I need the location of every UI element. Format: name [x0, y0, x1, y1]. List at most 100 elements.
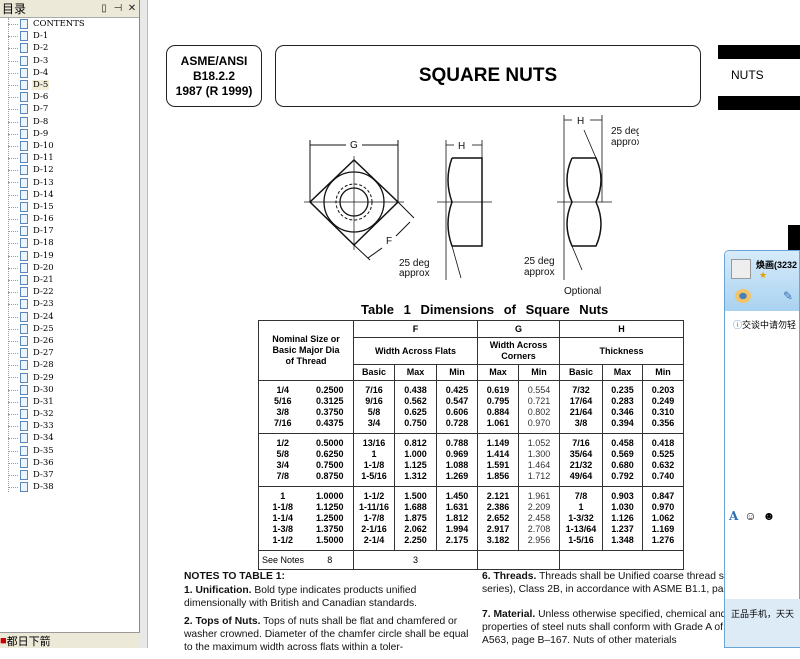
- toc-item-label: D-16: [33, 214, 54, 225]
- microphone-icon[interactable]: ✎: [783, 289, 793, 303]
- toc-item[interactable]: D-4: [0, 67, 138, 79]
- note-ref: 8: [306, 550, 354, 570]
- sticker-icon[interactable]: ☻: [763, 509, 776, 523]
- table-cell: 5/8: [276, 449, 289, 459]
- table-cell: 1.2500: [315, 513, 344, 523]
- toc-item[interactable]: D-8: [0, 116, 138, 128]
- toc-item[interactable]: D-38: [0, 481, 138, 493]
- toc-item[interactable]: D-1: [0, 30, 138, 42]
- taskbar-item[interactable]: ■ 都日下箭: [0, 632, 140, 648]
- toc-item[interactable]: D-23: [0, 298, 138, 310]
- table-cell: 2.708: [527, 524, 551, 534]
- toc-item-label: D-17: [33, 226, 54, 237]
- toc-item[interactable]: D-30: [0, 384, 138, 396]
- table-cell: 2-1/16: [361, 524, 387, 534]
- empty-cell: [559, 550, 684, 570]
- page-icon: [20, 238, 28, 249]
- table-cell: 0.3125: [315, 396, 344, 406]
- toc-item[interactable]: D-34: [0, 432, 138, 444]
- toc-item[interactable]: D-33: [0, 420, 138, 432]
- toc-item[interactable]: D-25: [0, 323, 138, 335]
- emoji-icon[interactable]: ☺: [744, 509, 756, 523]
- close-icon[interactable]: ✕: [125, 3, 139, 14]
- toc-item[interactable]: D-6: [0, 91, 138, 103]
- table-cell: 1-1/4: [272, 513, 293, 523]
- avatar[interactable]: [731, 259, 751, 279]
- nominal-size-header: Nominal Size or Basic Major Dia of Threa…: [258, 320, 354, 381]
- table-cell: 1.052: [527, 438, 551, 448]
- font-icon[interactable]: A: [729, 509, 738, 523]
- toc-item[interactable]: D-2: [0, 42, 138, 54]
- video-icon[interactable]: [735, 289, 751, 303]
- dim-label-f: F: [386, 236, 392, 247]
- toc-item[interactable]: CONTENTS: [0, 18, 138, 30]
- toc-item[interactable]: D-29: [0, 371, 138, 383]
- page-icon: [20, 360, 28, 371]
- page-icon: [20, 80, 28, 91]
- toc-item[interactable]: D-16: [0, 213, 138, 225]
- table-cell-column: 13/16 1 1-1/8 1-5/16: [353, 433, 395, 487]
- toc-item[interactable]: D-13: [0, 176, 138, 188]
- toc-item[interactable]: D-26: [0, 335, 138, 347]
- toc-item[interactable]: D-21: [0, 274, 138, 286]
- toc-item[interactable]: D-37: [0, 469, 138, 481]
- toc-item-label: D-11: [33, 153, 54, 164]
- table-cell: 1.061: [486, 418, 510, 428]
- standard-org: ASME/ANSI: [180, 53, 248, 68]
- table-cell: 1.414: [486, 449, 510, 459]
- page-icon: [20, 311, 28, 322]
- table-cell: 21/64: [569, 407, 593, 417]
- table-cell: 1-1/8: [363, 460, 385, 470]
- toc-item[interactable]: D-24: [0, 311, 138, 323]
- subhead: Max: [394, 364, 437, 381]
- toc-item[interactable]: D-7: [0, 103, 138, 115]
- toc-item[interactable]: D-5: [0, 79, 138, 91]
- angle-label-approx: approx: [524, 267, 555, 278]
- toc-item[interactable]: D-15: [0, 201, 138, 213]
- table-cell: 1-7/8: [363, 513, 385, 523]
- toc-item[interactable]: D-3: [0, 55, 138, 67]
- toc-item[interactable]: D-11: [0, 152, 138, 164]
- col-f-header: F: [353, 320, 478, 338]
- table-cell: 3/4: [367, 418, 381, 428]
- chat-window[interactable]: 焕画(3232 ★ ✎ ⓘ交谈中请勿轻 A ☺ ☻ 正品手机，天天: [724, 250, 800, 648]
- toc-item[interactable]: D-27: [0, 347, 138, 359]
- toc-item[interactable]: D-12: [0, 164, 138, 176]
- table-cell: 1-13/64: [565, 524, 597, 534]
- toc-item[interactable]: D-35: [0, 445, 138, 457]
- table-cell-column: 1.450 1.631 1.812 1.994 2.175: [436, 486, 478, 551]
- toc-item[interactable]: D-31: [0, 396, 138, 408]
- toc-item-label: D-12: [33, 165, 54, 176]
- splitter[interactable]: [140, 0, 148, 648]
- toc-item[interactable]: D-36: [0, 457, 138, 469]
- table-cell-column: 1.500 1.688 1.875 2.062 2.250: [394, 486, 437, 551]
- chat-notice: ⓘ交谈中请勿轻: [733, 318, 796, 331]
- toc-item[interactable]: D-18: [0, 237, 138, 249]
- table-cell: 7/16: [273, 418, 292, 428]
- toc-item[interactable]: D-17: [0, 225, 138, 237]
- pin-icon[interactable]: ⊣: [111, 3, 125, 14]
- toc-item[interactable]: D-10: [0, 140, 138, 152]
- chat-ad[interactable]: 正品手机，天天: [725, 599, 800, 647]
- toc-item[interactable]: D-20: [0, 262, 138, 274]
- table-cell: 1.088: [445, 460, 469, 470]
- table-cell: 0.740: [651, 471, 675, 481]
- toc-item[interactable]: D-14: [0, 189, 138, 201]
- toc-item[interactable]: D-32: [0, 408, 138, 420]
- toc-item-label: D-34: [33, 433, 54, 444]
- restore-icon[interactable]: ▯: [97, 3, 111, 14]
- side-view: [437, 140, 492, 280]
- page-icon: [20, 457, 28, 468]
- table-cell: 3/8: [574, 418, 588, 428]
- toc-item-label: D-20: [33, 262, 54, 273]
- toc-item-label: D-30: [33, 384, 54, 395]
- table-cell-column: 0.458 0.569 0.680 0.792: [602, 433, 643, 487]
- toc-item[interactable]: D-22: [0, 286, 138, 298]
- table-cell: 0.356: [651, 418, 675, 428]
- table-cell: 0.619: [486, 385, 510, 395]
- toc-item[interactable]: D-28: [0, 359, 138, 371]
- toc-item[interactable]: D-9: [0, 128, 138, 140]
- page-icon: [20, 226, 28, 237]
- g-desc: Width Across Corners: [477, 337, 560, 365]
- toc-item[interactable]: D-19: [0, 250, 138, 262]
